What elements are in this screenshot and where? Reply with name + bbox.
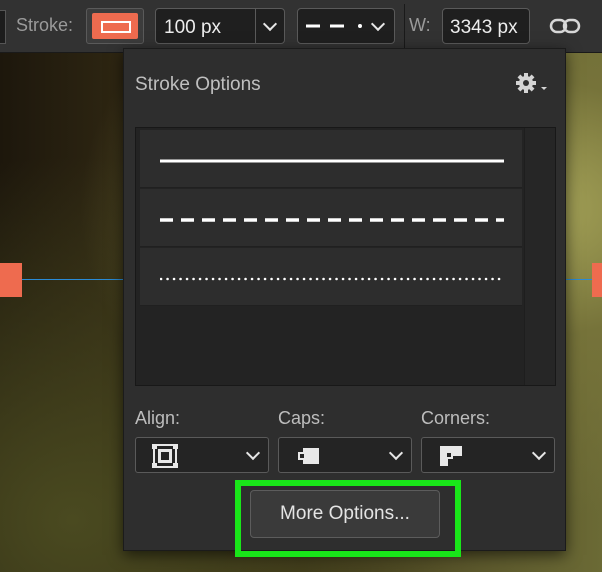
highlight-box (235, 480, 461, 557)
gear-icon[interactable] (514, 71, 550, 97)
align-dropdown[interactable] (135, 437, 269, 473)
width-value: 3343 px (450, 17, 518, 38)
stroke-width-value: 100 px (164, 17, 222, 38)
chevron-down-icon (388, 445, 404, 461)
toolbar-separator (404, 4, 405, 48)
fill-swatch-edge[interactable] (0, 10, 6, 44)
stroke-label: Stroke: (16, 15, 74, 35)
stroke-options-panel: Stroke Options Align: Caps: Corners: Mor… (123, 48, 566, 551)
cap-style-icon (298, 448, 319, 464)
corner-style-icon (440, 446, 462, 466)
stroke-color-fill (92, 13, 138, 39)
stroke-style-dashed[interactable] (140, 189, 522, 247)
solid-line-sample (160, 159, 504, 163)
align-label: Align: (135, 408, 181, 428)
dotted-line-sample (160, 277, 504, 281)
right-anchor-handle[interactable] (592, 263, 602, 297)
caps-label: Caps: (278, 408, 326, 428)
stroke-width-field[interactable]: 100 px (155, 8, 285, 44)
caps-dropdown[interactable] (278, 437, 412, 473)
stroke-color-swatch[interactable] (86, 8, 144, 44)
stroke-style-solid[interactable] (140, 130, 522, 188)
align-center-icon (152, 444, 178, 468)
left-anchor-handle[interactable] (0, 263, 22, 297)
options-bar: Stroke: 100 px W: 3343 px (0, 0, 602, 53)
corners-dropdown[interactable] (421, 437, 555, 473)
chevron-down-icon (262, 16, 278, 32)
stroke-style-dotted[interactable] (140, 248, 522, 306)
corners-label: Corners: (421, 408, 491, 428)
width-field[interactable]: 3343 px (442, 8, 530, 44)
dashed-line-sample (160, 218, 504, 222)
stroke-type-dropdown[interactable] (297, 8, 395, 44)
width-label: W: (409, 15, 431, 35)
panel-title: Stroke Options (135, 74, 261, 95)
stroke-style-list (135, 127, 556, 386)
stroke-width-dropdown[interactable] (255, 9, 284, 43)
chevron-down-icon (531, 445, 547, 461)
chevron-down-icon (245, 445, 261, 461)
link-icon[interactable] (549, 14, 581, 38)
chevron-down-icon (370, 16, 386, 32)
dash-line-icon (306, 24, 362, 28)
list-scrollbar[interactable] (524, 128, 555, 385)
